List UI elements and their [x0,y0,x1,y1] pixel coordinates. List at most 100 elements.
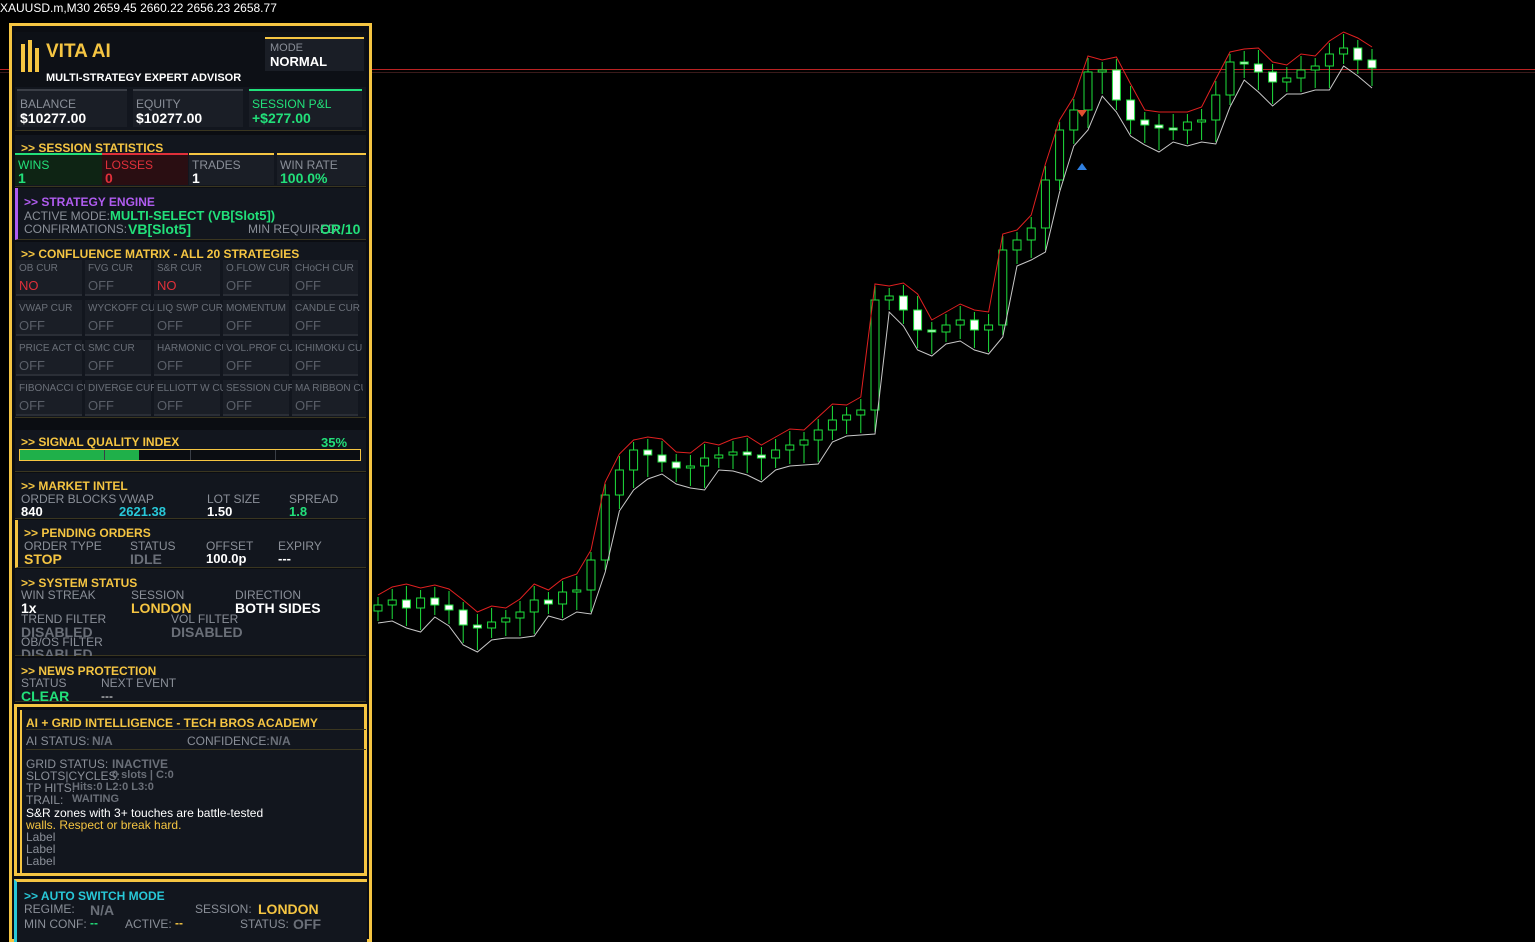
candle-body [955,319,965,326]
confluence-cell-name: LIQ SWP CUR [157,303,223,314]
candle-body [700,457,710,467]
lot-size-value: 1.50 [207,504,233,519]
confluence-cell-state: NO [157,278,177,293]
auto-session-label: SESSION: [195,902,252,916]
candlestick-chart[interactable] [372,0,1535,942]
candle-body [870,299,880,411]
confidence-value: N/A [270,734,291,748]
candle-body [1268,71,1278,83]
confluence-cell: LIQ SWP CUR OFF [154,300,223,336]
confluence-cell: O.FLOW CUR OFF [223,260,290,296]
sell-arrow-icon [1077,110,1087,117]
confluence-cell: VOL.PROF CUR OFF [223,340,294,376]
auto-active-value: -- [175,916,183,930]
confluence-cell-name: HARMONIC CUR [157,343,225,354]
candle-body [927,329,937,333]
confluence-cell-name: S&R CUR [157,263,203,274]
candle-body [1111,69,1121,101]
candle-body [401,599,411,609]
market-intel-section: >> MARKET INTEL ORDER BLOCKS 840 VWAP 26… [15,473,366,519]
candle-body [416,597,426,609]
auto-status-value: OFF [293,916,321,932]
confluence-cell-state: OFF [88,318,114,333]
signal-quality-value: 35% [321,435,348,450]
confluence-cell-name: OB CUR [19,263,58,274]
candle-body [969,319,979,331]
confidence-label: CONFIDENCE: [187,734,270,748]
confluence-cell: CHoCH CUR OFF [292,260,358,296]
confluence-cell-state: OFF [88,398,114,413]
confluence-cell-state: OFF [19,318,45,333]
auto-status-label: STATUS: [240,917,289,931]
vita-logo-icon [21,40,41,72]
wins-value: 1 [18,170,26,186]
confluence-cell-state: OFF [157,318,183,333]
news-protection-section: >> NEWS PROTECTION STATUS CLEAR NEXT EVE… [15,658,366,704]
trail-value: WAITING [72,793,120,805]
confluence-cell-name: SESSION CUR [226,383,294,394]
ai-grid-title: AI + GRID INTELLIGENCE - TECH BROS ACADE… [26,716,318,730]
auto-active-label: ACTIVE: [125,917,172,931]
confluence-cell-state: OFF [226,278,252,293]
confluence-cell-name: VOL.PROF CUR [226,343,294,354]
candle-body [1012,239,1022,251]
vol-filter-value: DISABLED [171,624,243,640]
candle-body [1253,63,1263,73]
confluence-cell: HARMONIC CUR OFF [154,340,225,376]
vwap-value: 2621.38 [119,504,166,519]
candle-body [941,324,951,333]
confluence-cell-state: OFF [295,318,321,333]
candle-body [1211,94,1221,121]
equity-box: EQUITY $10277.00 [133,89,243,127]
confluence-cell-state: OFF [157,398,183,413]
candle-body [543,599,553,605]
order-blocks-value: 840 [21,504,43,519]
buy-arrow-icon [1077,163,1087,170]
candle-body [884,295,894,301]
candle-body [1097,69,1107,73]
candle-body [799,439,809,446]
candle-body [1140,119,1150,126]
trades-box: TRADES 1 [189,153,274,186]
confluence-matrix-section: >> CONFLUENCE MATRIX - ALL 20 STRATEGIES… [15,242,366,418]
confluence-cell-state: OFF [295,278,321,293]
confluence-title: >> CONFLUENCE MATRIX - ALL 20 STRATEGIES [21,247,300,261]
confluence-cell: SESSION CUR OFF [223,380,294,416]
confluence-cell-name: FVG CUR [88,263,133,274]
confluence-cell-state: OFF [157,358,183,373]
order-type-value: STOP [24,551,62,567]
candle-body [600,494,610,561]
candle-body [1168,127,1178,131]
brand-subtitle: MULTI-STRATEGY EXPERT ADVISOR [46,72,242,84]
candle-body [714,454,724,459]
candle-body [472,624,482,629]
candle-body [671,461,681,469]
candle-body [898,295,908,311]
confluence-cell-name: MOMENTUM [226,303,286,314]
confluence-cell-state: OFF [88,278,114,293]
candle-body [856,409,866,416]
candle-body [913,309,923,331]
trail-label: TRAIL: [26,793,64,807]
ai-grid-section: AI + GRID INTELLIGENCE - TECH BROS ACADE… [14,704,367,876]
confluence-cell-state: OFF [295,398,321,413]
pending-orders-section: >> PENDING ORDERS ORDER TYPE STOP STATUS… [15,520,366,568]
confluence-cell-state: OFF [226,358,252,373]
brand-section: VITA AI MULTI-STRATEGY EXPERT ADVISOR MO… [15,32,366,92]
confluence-cell-state: OFF [88,358,114,373]
confluence-cell-name: O.FLOW CUR [226,263,290,274]
system-status-section: >> SYSTEM STATUS WIN STREAK 1x SESSION L… [15,569,366,656]
candle-body [1040,179,1050,229]
ai-label-3: Label [26,854,56,868]
candle-body [1154,124,1164,129]
expiry-value: --- [278,551,291,566]
account-section: BALANCE $10277.00 EQUITY $10277.00 SESSI… [15,87,366,131]
balance-label: BALANCE [20,97,77,111]
candle-body [742,451,752,456]
equity-label: EQUITY [136,97,181,111]
losses-box: LOSSES 0 [102,153,188,186]
trades-value: 1 [192,170,200,186]
pnl-label: SESSION P&L [252,97,332,111]
candle-body [586,559,596,591]
obos-filter-value: DISABLED [21,646,93,656]
